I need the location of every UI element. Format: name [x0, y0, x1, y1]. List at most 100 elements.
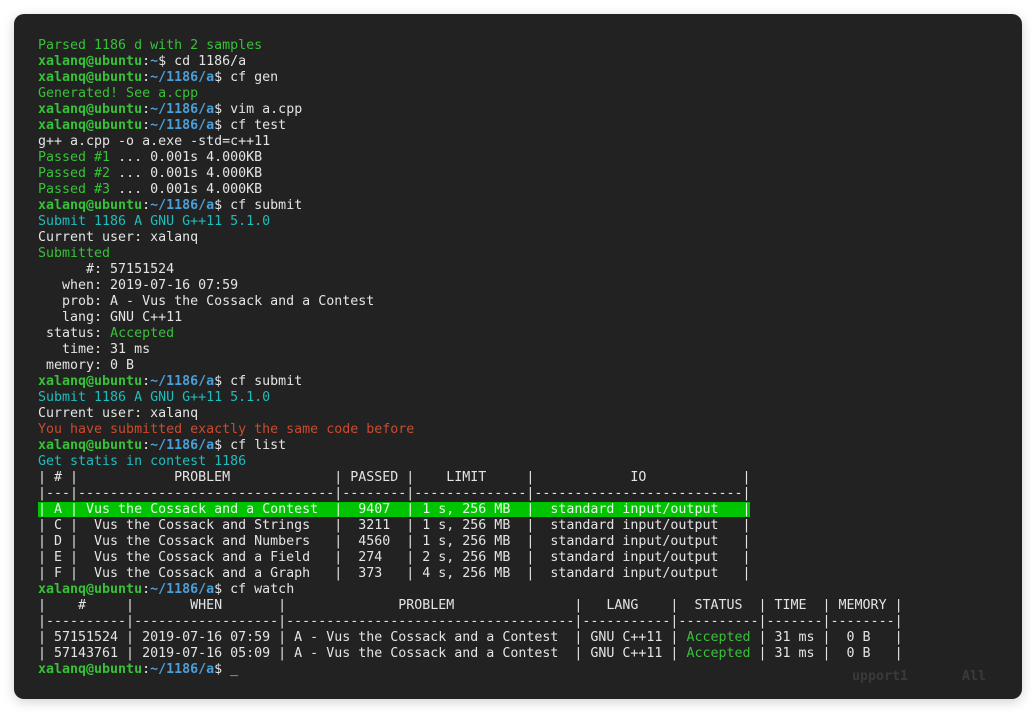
- list-table-header: | # | PROBLEM | PASSED | LIMIT | IO |: [38, 470, 1016, 486]
- text: $ cf test: [214, 118, 286, 133]
- text: prob: A - Vus the Cossack and a Contest: [38, 294, 374, 309]
- output-current-user-1: Current user: xalanq: [38, 230, 1016, 246]
- text: | F | Vus the Cossack and a Graph | 373 …: [38, 566, 750, 581]
- submission-lang: lang: GNU C++11: [38, 310, 1016, 326]
- success-text: Passed #3: [38, 182, 110, 197]
- ghost-text-artifact-left: upport1: [852, 669, 908, 685]
- prompt-user-host: xalanq@ubuntu: [38, 118, 142, 133]
- terminal-output: Parsed 1186 d with 2 samplesxalanq@ubunt…: [38, 38, 1016, 693]
- command-cf-submit-1: xalanq@ubuntu:~/1186/a$ cf submit: [38, 198, 1016, 214]
- command-cd: xalanq@ubuntu:~$ cd 1186/a: [38, 54, 1016, 70]
- text: when: 2019-07-16 07:59: [38, 278, 238, 293]
- output-current-user-2: Current user: xalanq: [38, 406, 1016, 422]
- success-text: Passed #2: [38, 166, 110, 181]
- watch-table-row-1: | 57151524 | 2019-07-16 07:59 | A - Vus …: [38, 630, 1016, 646]
- text: Current user: xalanq: [38, 406, 198, 421]
- command-cf-watch: xalanq@ubuntu:~/1186/a$ cf watch: [38, 582, 1016, 598]
- text: $ cf watch: [214, 582, 294, 597]
- command-cf-gen: xalanq@ubuntu:~/1186/a$ cf gen: [38, 70, 1016, 86]
- watch-table-header: | # | WHEN | PROBLEM | LANG | STATUS | T…: [38, 598, 1016, 614]
- output-submit-info-1: Submit 1186 A GNU G++11 5.1.0: [38, 214, 1016, 230]
- prompt-user-host: xalanq@ubuntu: [38, 54, 142, 69]
- text: |----------|------------------|---------…: [38, 614, 903, 629]
- text: memory: 0 B: [38, 358, 134, 373]
- text: | 57151524 | 2019-07-16 07:59 | A - Vus …: [38, 630, 686, 645]
- submission-when: when: 2019-07-16 07:59: [38, 278, 1016, 294]
- text: |---|--------------------------------|--…: [38, 486, 750, 501]
- success-text: Parsed 1186 d with 2 samples: [38, 38, 262, 53]
- output-get-statis: Get statis in contest 1186: [38, 454, 1016, 470]
- info-text: Get statis in contest 1186: [38, 454, 246, 469]
- list-table-row-e: | E | Vus the Cossack and a Field | 274 …: [38, 550, 1016, 566]
- success-text: Generated! See a.cpp: [38, 86, 198, 101]
- list-table-row-d: | D | Vus the Cossack and Numbers | 4560…: [38, 534, 1016, 550]
- info-text: Submit 1186 A GNU G++11 5.1.0: [38, 390, 270, 405]
- prompt-path: ~/1186/a: [150, 102, 214, 117]
- prompt-user-host: xalanq@ubuntu: [38, 582, 142, 597]
- terminal-window[interactable]: Parsed 1186 d with 2 samplesxalanq@ubunt…: [14, 14, 1022, 699]
- text: | 31 ms | 0 B |: [750, 630, 902, 645]
- submission-time: time: 31 ms: [38, 342, 1016, 358]
- prompt-user-host: xalanq@ubuntu: [38, 374, 142, 389]
- prompt-path: ~/1186/a: [150, 662, 214, 677]
- text: #: 57151524: [38, 262, 174, 277]
- text: | C | Vus the Cossack and Strings | 3211…: [38, 518, 750, 533]
- prompt-path: ~/1186/a: [150, 118, 214, 133]
- text: :: [142, 582, 150, 597]
- list-table-row-f: | F | Vus the Cossack and a Graph | 373 …: [38, 566, 1016, 582]
- text: :: [142, 198, 150, 213]
- text: :: [142, 54, 150, 69]
- success-text: Accepted: [686, 630, 750, 645]
- command-vim: xalanq@ubuntu:~/1186/a$ vim a.cpp: [38, 102, 1016, 118]
- ghost-text-artifact-right: All: [962, 669, 986, 685]
- prompt-user-host: xalanq@ubuntu: [38, 198, 142, 213]
- text: $ cf submit: [214, 198, 302, 213]
- cursor: _: [230, 662, 238, 677]
- text: :: [142, 438, 150, 453]
- command-cf-test: xalanq@ubuntu:~/1186/a$ cf test: [38, 118, 1016, 134]
- success-text: Passed #1: [38, 150, 110, 165]
- text: status:: [38, 326, 110, 341]
- text: :: [142, 102, 150, 117]
- highlighted-row-text: | A | Vus the Cossack and a Contest | 94…: [38, 502, 750, 517]
- command-cf-list: xalanq@ubuntu:~/1186/a$ cf list: [38, 438, 1016, 454]
- watch-table-separator: |----------|------------------|---------…: [38, 614, 1016, 630]
- success-text: Submitted: [38, 246, 110, 261]
- output-submitted: Submitted: [38, 246, 1016, 262]
- prompt-path: ~/1186/a: [150, 374, 214, 389]
- prompt-user-host: xalanq@ubuntu: [38, 662, 142, 677]
- output-passed-2: Passed #2 ... 0.001s 4.000KB: [38, 166, 1016, 182]
- output-passed-1: Passed #1 ... 0.001s 4.000KB: [38, 150, 1016, 166]
- text: | # | WHEN | PROBLEM | LANG | STATUS | T…: [38, 598, 903, 613]
- prompt-path: ~/1186/a: [150, 198, 214, 213]
- output-passed-3: Passed #3 ... 0.001s 4.000KB: [38, 182, 1016, 198]
- watch-table-row-2: | 57143761 | 2019-07-16 05:09 | A - Vus …: [38, 646, 1016, 662]
- text: ... 0.001s 4.000KB: [110, 182, 262, 197]
- text: $: [214, 662, 230, 677]
- text: time: 31 ms: [38, 342, 150, 357]
- prompt-user-host: xalanq@ubuntu: [38, 102, 142, 117]
- text: :: [142, 374, 150, 389]
- output-duplicate-warning: You have submitted exactly the same code…: [38, 422, 1016, 438]
- text: lang: GNU C++11: [38, 310, 182, 325]
- submission-status: status: Accepted: [38, 326, 1016, 342]
- text: $ vim a.cpp: [214, 102, 302, 117]
- text: ... 0.001s 4.000KB: [110, 166, 262, 181]
- output-generated: Generated! See a.cpp: [38, 86, 1016, 102]
- prompt-path: ~: [150, 54, 158, 69]
- error-text: You have submitted exactly the same code…: [38, 422, 414, 437]
- text: | 57143761 | 2019-07-16 05:09 | A - Vus …: [38, 646, 686, 661]
- submission-id: #: 57151524: [38, 262, 1016, 278]
- text: | D | Vus the Cossack and Numbers | 4560…: [38, 534, 750, 549]
- text: | E | Vus the Cossack and a Field | 274 …: [38, 550, 750, 565]
- text: :: [142, 70, 150, 85]
- text: :: [142, 118, 150, 133]
- success-text: Accepted: [110, 326, 174, 341]
- text: g++ a.cpp -o a.exe -std=c++11: [38, 134, 270, 149]
- prompt-user-host: xalanq@ubuntu: [38, 70, 142, 85]
- info-text: Submit 1186 A GNU G++11 5.1.0: [38, 214, 270, 229]
- output-submit-info-2: Submit 1186 A GNU G++11 5.1.0: [38, 390, 1016, 406]
- submission-prob: prob: A - Vus the Cossack and a Contest: [38, 294, 1016, 310]
- success-text: Accepted: [686, 646, 750, 661]
- text: $ cf list: [214, 438, 286, 453]
